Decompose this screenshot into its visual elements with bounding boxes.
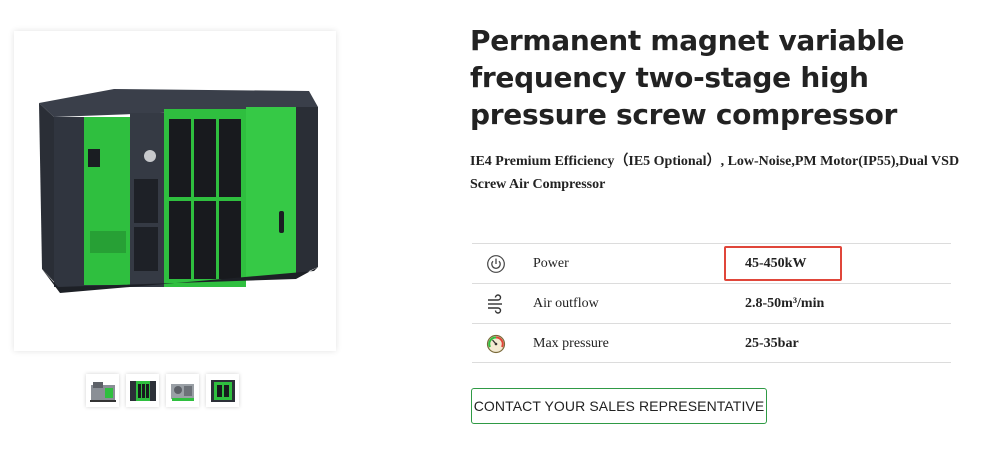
spec-label-max-pressure: Max pressure	[533, 336, 609, 351]
compressor-thumbnail-1	[90, 382, 116, 402]
power-icon	[486, 254, 506, 274]
spec-value-power: 45-450kW	[745, 256, 807, 271]
specs-table: Power 45-450kW Air outflow 2.8-50m³/min …	[472, 243, 951, 363]
airflow-icon	[486, 294, 506, 314]
pressure-gauge-icon	[486, 334, 506, 354]
compressor-thumbnail-3	[171, 384, 194, 401]
thumbnail-3[interactable]	[166, 374, 199, 407]
compressor-thumbnail-2	[130, 381, 156, 401]
spec-label-air-outflow: Air outflow	[533, 296, 599, 311]
spec-label-power: Power	[533, 256, 569, 271]
spec-row-power: Power 45-450kW	[472, 243, 951, 283]
contact-sales-button[interactable]: CONTACT YOUR SALES REPRESENTATIVE	[471, 388, 767, 424]
spec-value-max-pressure: 25-35bar	[745, 336, 799, 351]
thumbnail-2[interactable]	[126, 374, 159, 407]
spec-row-max-pressure: Max pressure 25-35bar	[472, 323, 951, 363]
compressor-thumbnail-4	[211, 380, 235, 402]
product-subtitle: IE4 Premium Efficiency（IE5 Optional）, Lo…	[470, 154, 960, 192]
thumbnail-1[interactable]	[86, 374, 119, 407]
product-title: Permanent magnet variable frequency two-…	[470, 24, 905, 131]
spec-row-air-outflow: Air outflow 2.8-50m³/min	[472, 283, 951, 323]
compressor-image	[39, 89, 318, 293]
spec-value-air-outflow: 2.8-50m³/min	[745, 296, 825, 311]
thumbnail-strip	[86, 374, 239, 407]
main-product-image[interactable]	[14, 31, 336, 351]
thumbnail-4[interactable]	[206, 374, 239, 407]
